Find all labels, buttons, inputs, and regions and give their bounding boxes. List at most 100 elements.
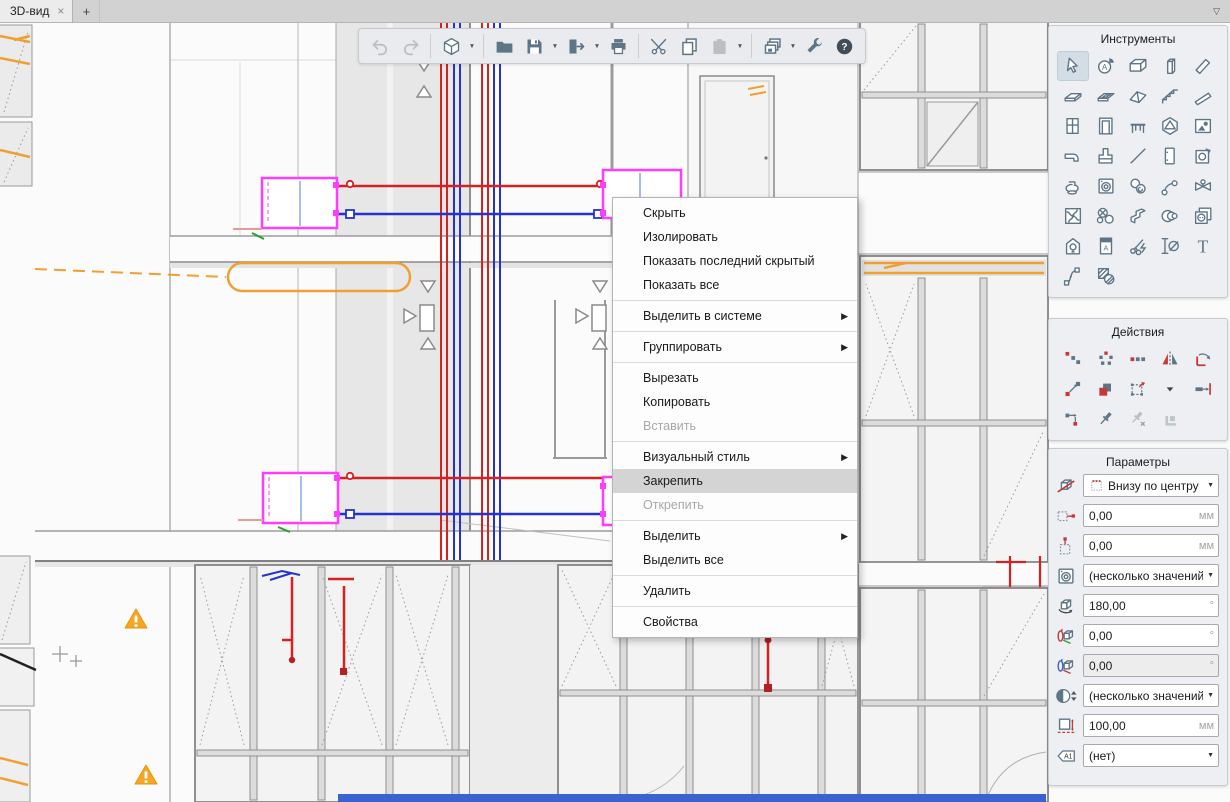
window-wall-left[interactable] bbox=[195, 565, 470, 802]
tool-hatch[interactable] bbox=[1089, 261, 1121, 291]
tool-pipe-elbow[interactable] bbox=[1154, 171, 1186, 201]
param-select-3[interactable]: (несколько значений)▼ bbox=[1083, 564, 1219, 587]
paste-button[interactable] bbox=[705, 33, 733, 59]
tool-pipe-route[interactable] bbox=[1057, 141, 1089, 171]
tool-washer[interactable] bbox=[1089, 171, 1121, 201]
tool-floor[interactable] bbox=[1057, 81, 1089, 111]
tool-select[interactable] bbox=[1057, 51, 1089, 81]
tool-text[interactable]: T bbox=[1187, 231, 1219, 261]
tool-pump[interactable] bbox=[1122, 171, 1154, 201]
tab-close-icon[interactable]: × bbox=[57, 5, 64, 17]
tool-wiring[interactable] bbox=[1122, 231, 1154, 261]
action-more[interactable] bbox=[1154, 374, 1186, 404]
tool-column[interactable] bbox=[1154, 51, 1186, 81]
dropdown-caret-icon[interactable]: ▼ bbox=[1203, 572, 1214, 579]
param-input-2[interactable]: 0,00мм bbox=[1083, 534, 1219, 557]
action-array-path[interactable] bbox=[1057, 344, 1089, 374]
dropdown-caret-icon[interactable]: ▼ bbox=[1203, 692, 1214, 699]
help-button[interactable]: ? bbox=[830, 33, 858, 59]
export-dropdown-caret-icon[interactable]: ▼ bbox=[592, 43, 602, 50]
selected-radiator-1[interactable] bbox=[262, 178, 339, 228]
param-input-5[interactable]: 0,00° bbox=[1083, 624, 1219, 647]
windows-dropdown-caret-icon[interactable]: ▼ bbox=[788, 43, 798, 50]
tool-line[interactable] bbox=[1122, 141, 1154, 171]
menu-item[interactable]: Показать все bbox=[613, 273, 857, 297]
menu-item[interactable]: Скрыть bbox=[613, 201, 857, 225]
tool-door-leaf[interactable] bbox=[1154, 141, 1186, 171]
tool-plumbing-fixture[interactable] bbox=[1089, 141, 1121, 171]
action-rotate[interactable] bbox=[1187, 344, 1219, 374]
menu-item[interactable]: Выделить▶ bbox=[613, 524, 857, 548]
tool-spline[interactable] bbox=[1057, 261, 1089, 291]
tool-window[interactable] bbox=[1057, 111, 1089, 141]
tool-electric-panel[interactable]: A bbox=[1089, 231, 1121, 261]
save-dropdown-caret-icon[interactable]: ▼ bbox=[550, 43, 560, 50]
param-select-9[interactable]: (нет)▼ bbox=[1083, 744, 1219, 767]
action-mirror[interactable] bbox=[1154, 344, 1186, 374]
tool-dimension[interactable] bbox=[1154, 231, 1186, 261]
param-select-7[interactable]: (несколько значений)▼ bbox=[1083, 684, 1219, 707]
tool-light[interactable] bbox=[1057, 231, 1089, 261]
tool-socket[interactable] bbox=[1187, 201, 1219, 231]
view-3d-button[interactable] bbox=[437, 33, 465, 59]
tool-door[interactable] bbox=[1089, 111, 1121, 141]
menu-item[interactable]: Выделить все bbox=[613, 548, 857, 572]
menu-item[interactable]: Вставить bbox=[613, 414, 857, 438]
tool-fan-group[interactable] bbox=[1089, 201, 1121, 231]
export-button[interactable] bbox=[562, 33, 590, 59]
tool-furniture[interactable] bbox=[1122, 111, 1154, 141]
action-copy-object[interactable] bbox=[1089, 374, 1121, 404]
param-input-1[interactable]: 0,00мм bbox=[1083, 504, 1219, 527]
menu-item[interactable]: Удалить bbox=[613, 579, 857, 603]
tool-wall[interactable] bbox=[1122, 51, 1154, 81]
tool-solid[interactable] bbox=[1154, 111, 1186, 141]
tool-roof[interactable] bbox=[1122, 81, 1154, 111]
tool-ramp[interactable] bbox=[1187, 81, 1219, 111]
tab-3d-view[interactable]: 3D-вид × bbox=[0, 0, 73, 22]
tool-opening[interactable] bbox=[1089, 81, 1121, 111]
tool-model-element[interactable] bbox=[1187, 111, 1219, 141]
undo-button[interactable] bbox=[366, 33, 394, 59]
tool-equipment[interactable] bbox=[1187, 141, 1219, 171]
dropdown-caret-icon[interactable]: ▼ bbox=[1203, 752, 1214, 759]
facade-windows-right[interactable] bbox=[858, 22, 1048, 802]
action-unpin[interactable] bbox=[1122, 404, 1154, 434]
cut-button[interactable] bbox=[645, 33, 673, 59]
windows-button[interactable] bbox=[758, 33, 786, 59]
dropdown-caret-icon[interactable]: ▼ bbox=[1203, 482, 1214, 489]
param-input-8[interactable]: 100,00мм bbox=[1083, 714, 1219, 737]
action-stretch[interactable] bbox=[1187, 374, 1219, 404]
menu-item[interactable]: Изолировать bbox=[613, 225, 857, 249]
tool-duct-fitting[interactable] bbox=[1154, 201, 1186, 231]
action-transform[interactable] bbox=[1122, 374, 1154, 404]
redo-button[interactable] bbox=[396, 33, 424, 59]
tool-fan[interactable] bbox=[1057, 201, 1089, 231]
menu-item[interactable]: Вырезать bbox=[613, 366, 857, 390]
param-input-4[interactable]: 180,00° bbox=[1083, 594, 1219, 617]
view-3d-dropdown-caret-icon[interactable]: ▼ bbox=[467, 43, 477, 50]
tool-duct[interactable] bbox=[1122, 201, 1154, 231]
menu-item[interactable]: Визуальный стиль▶ bbox=[613, 445, 857, 469]
action-align[interactable] bbox=[1154, 404, 1186, 434]
action-move[interactable] bbox=[1057, 374, 1089, 404]
action-array-radial[interactable] bbox=[1089, 344, 1121, 374]
copy-button[interactable] bbox=[675, 33, 703, 59]
tool-beam[interactable] bbox=[1187, 51, 1219, 81]
menu-item[interactable]: Открепить bbox=[613, 493, 857, 517]
settings-button[interactable] bbox=[800, 33, 828, 59]
tool-sanitary[interactable] bbox=[1057, 171, 1089, 201]
menu-item[interactable]: Показать последний скрытый bbox=[613, 249, 857, 273]
menu-item[interactable]: Закрепить bbox=[613, 469, 857, 493]
tool-measure[interactable]: A bbox=[1089, 51, 1121, 81]
save-button[interactable] bbox=[520, 33, 548, 59]
action-move-vertical[interactable] bbox=[1057, 404, 1089, 434]
new-tab-button[interactable]: + bbox=[73, 0, 100, 22]
param-input-6[interactable]: 0,00° bbox=[1083, 654, 1219, 677]
menu-item[interactable]: Копировать bbox=[613, 390, 857, 414]
action-array-linear[interactable] bbox=[1122, 344, 1154, 374]
action-pin[interactable] bbox=[1089, 404, 1121, 434]
open-button[interactable] bbox=[490, 33, 518, 59]
param-select-0[interactable]: Внизу по центру▼ bbox=[1083, 474, 1219, 497]
menu-item[interactable]: Свойства bbox=[613, 610, 857, 634]
tool-stair[interactable] bbox=[1154, 81, 1186, 111]
